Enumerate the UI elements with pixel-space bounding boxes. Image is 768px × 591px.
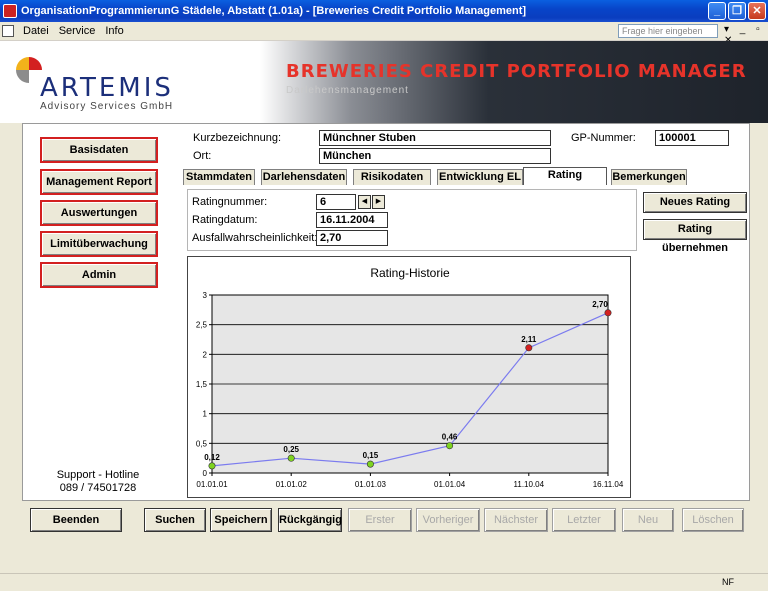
document-icon[interactable] — [2, 25, 14, 37]
data-point — [446, 442, 454, 450]
data-point — [366, 460, 374, 468]
tab-darlehensdaten[interactable]: Darlehensdaten — [261, 169, 347, 185]
menu-info[interactable]: Info — [100, 25, 128, 37]
restore-icon[interactable]: ❐ — [728, 2, 746, 20]
tab-rating[interactable]: Rating — [523, 167, 607, 185]
app-icon — [3, 4, 17, 18]
nav-management-report-button[interactable]: Management Report — [40, 169, 158, 195]
main-panel: Basisdaten Management Report Auswertunge… — [22, 123, 750, 501]
city-field[interactable]: München — [319, 148, 551, 164]
nav-admin-button[interactable]: Admin — [40, 262, 158, 288]
data-label: 2,11 — [521, 335, 537, 344]
support-hotline: Support - Hotline 089 / 74501728 — [33, 469, 163, 495]
rating-history-chart: Rating-Historie 0 0,5 1 1,5 2 2,5 3 01.01.01 01.0… — [187, 256, 631, 498]
apply-rating-button[interactable]: Rating übernehmen — [643, 219, 747, 254]
status-bar: NF — [0, 573, 768, 591]
first-button[interactable]: Erster — [348, 508, 412, 532]
data-point — [287, 454, 295, 462]
status-indicator: NF — [722, 577, 734, 587]
data-point — [208, 462, 216, 470]
bottom-toolbar: Beenden Suchen Speichern Rückgängig Erst… — [22, 503, 750, 539]
menu-bar: Datei Service Info Frage hier eingeben ▾… — [0, 22, 768, 46]
rating-number-label: Ratingnummer: — [192, 196, 268, 208]
menu-datei[interactable]: Datei — [18, 25, 54, 37]
undo-button[interactable]: Rückgängig — [278, 508, 342, 532]
save-button[interactable]: Speichern — [210, 508, 272, 532]
chart-svg: Rating-Historie 0 0,5 1 1,5 2 2,5 3 01.01.01 01.0… — [196, 266, 624, 489]
x-tick-label: 01.01.01 — [196, 480, 228, 489]
window-title-bar: OrganisationProgrammierunG Städele, Abst… — [0, 0, 768, 22]
window-title: OrganisationProgrammierunG Städele, Abst… — [21, 5, 527, 17]
logo-subtitle: Advisory Services GmbH — [40, 101, 174, 112]
close-icon[interactable]: ✕ — [748, 2, 766, 20]
logo-name: ARTEMIS — [40, 73, 174, 103]
previous-button[interactable]: Vorheriger — [416, 508, 480, 532]
data-label: 0,15 — [363, 451, 379, 460]
exit-button[interactable]: Beenden — [30, 508, 122, 532]
gp-number-field[interactable]: 100001 — [655, 130, 729, 146]
rating-number-field[interactable]: 6 — [316, 194, 356, 210]
short-name-label: Kurzbezeichnung: — [193, 132, 282, 144]
y-tick-label: 2,5 — [196, 321, 208, 330]
y-tick-label: 1,5 — [196, 380, 208, 389]
default-probability-field[interactable]: 2,70 — [316, 230, 388, 246]
hotline-label: Support - Hotline — [56, 469, 140, 481]
y-tick-label: 0 — [203, 469, 208, 478]
nav-auswertungen-button[interactable]: Auswertungen — [40, 200, 158, 226]
previous-rating-icon[interactable]: ◀ — [358, 195, 371, 209]
data-label: 0,46 — [442, 433, 458, 442]
menu-service[interactable]: Service — [54, 25, 101, 37]
x-tick-label: 01.01.04 — [434, 480, 466, 489]
minimize-icon[interactable]: _ — [708, 2, 726, 20]
y-tick-label: 3 — [203, 291, 208, 300]
x-tick-label: 01.01.03 — [355, 480, 387, 489]
data-label: 2,70 — [592, 300, 608, 309]
data-label: 0,25 — [283, 445, 299, 454]
next-rating-icon[interactable]: ▶ — [372, 195, 385, 209]
city-label: Ort: — [193, 150, 212, 162]
last-button[interactable]: Letzter — [552, 508, 616, 532]
delete-button[interactable]: Löschen — [682, 508, 744, 532]
gp-number-label: GP-Nummer: — [571, 132, 636, 144]
tab-stammdaten[interactable]: Stammdaten — [183, 169, 255, 185]
chart-title: Rating-Historie — [370, 266, 450, 280]
new-button[interactable]: Neu — [622, 508, 674, 532]
y-tick-label: 2 — [203, 350, 208, 359]
tab-bemerkungen[interactable]: Bemerkungen — [611, 169, 687, 185]
y-tick-label: 1 — [203, 410, 208, 419]
short-name-field[interactable]: Münchner Stuben — [319, 130, 551, 146]
search-button[interactable]: Suchen — [144, 508, 206, 532]
default-probability-label: Ausfallwahrscheinlichkeit: — [192, 232, 318, 244]
new-rating-button[interactable]: Neues Rating — [643, 192, 747, 213]
tab-entwicklung-el[interactable]: Entwicklung EL — [437, 169, 523, 185]
rating-details-group: Ratingnummer: 6 ◀ ▶ Ratingdatum: 16.11.2… — [187, 189, 637, 251]
hotline-number: 089 / 74501728 — [59, 482, 137, 494]
x-tick-label: 16.11.04 — [593, 480, 624, 489]
rating-date-label: Ratingdatum: — [192, 214, 258, 226]
data-point — [525, 344, 533, 352]
next-button[interactable]: Nächster — [484, 508, 548, 532]
header-banner: BREWERIES CREDIT PORTFOLIO MANAGER Darle… — [260, 41, 768, 123]
nav-limitueberwachung-button[interactable]: Limitüberwachung — [40, 231, 158, 257]
x-tick-label: 11.10.04 — [514, 480, 545, 489]
x-tick-label: 01.01.02 — [276, 480, 308, 489]
help-search-input[interactable]: Frage hier eingeben — [618, 24, 718, 38]
data-label: 0,12 — [204, 453, 220, 462]
app-subtitle: Darlehensmanagement — [286, 85, 409, 96]
tab-risikodaten[interactable]: Risikodaten — [353, 169, 431, 185]
nav-basisdaten-button[interactable]: Basisdaten — [40, 137, 158, 163]
app-header: ARTEMIS Advisory Services GmbH BREWERIES… — [0, 41, 768, 123]
rating-date-field[interactable]: 16.11.2004 — [316, 212, 388, 228]
y-tick-label: 0,5 — [196, 439, 208, 448]
app-title: BREWERIES CREDIT PORTFOLIO MANAGER — [286, 61, 747, 82]
data-point — [604, 309, 612, 317]
